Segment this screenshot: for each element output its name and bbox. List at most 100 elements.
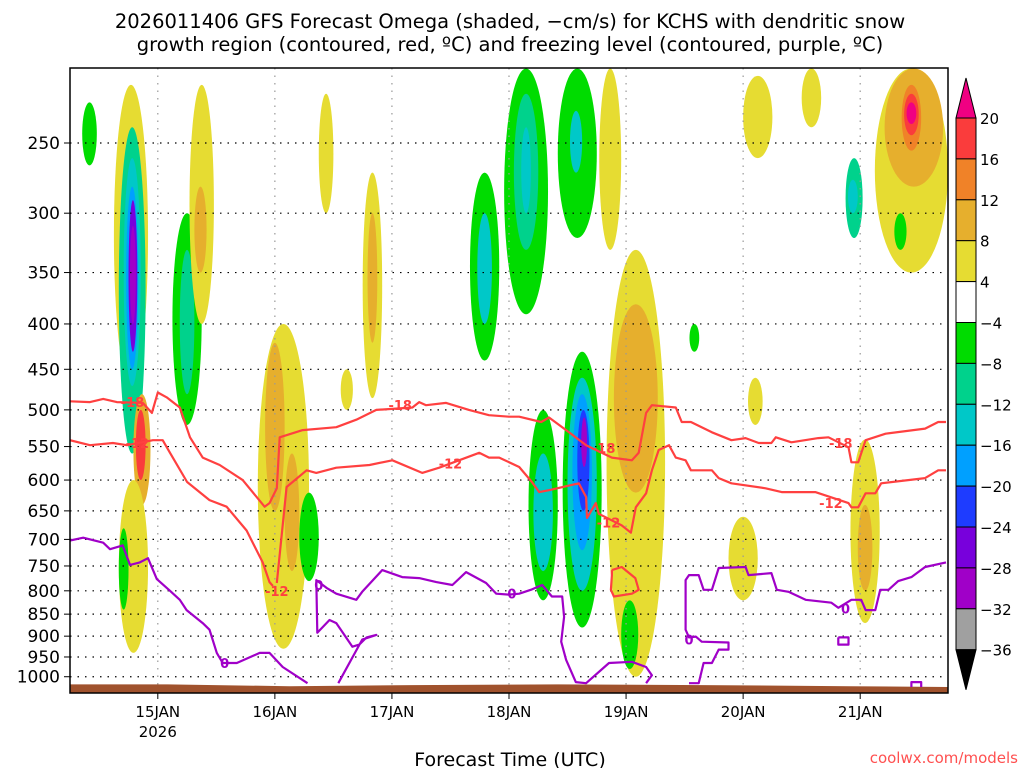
colorbar-label-13: −36 (980, 642, 1012, 660)
contour-freezing-level-loop-1 (837, 636, 850, 646)
omega-cross-section-figure: 2026011406 GFS Forecast Omega (shaded, −… (17, 10, 1018, 768)
contour-label: 0 (507, 588, 516, 603)
omega-shade-region-47 (848, 179, 858, 214)
contour-label: 0 (684, 634, 693, 649)
omega-shade-region-39 (613, 304, 658, 493)
omega-shade-region-42 (743, 75, 773, 159)
colorbar-swatch-8 (955, 444, 977, 487)
colorbar-swatch-12 (955, 608, 977, 651)
omega-shade-region-41 (689, 323, 700, 352)
x-tick-sublabel-year: 2026 (139, 723, 177, 741)
x-axis: 15JAN 2026 16JAN 17JAN 18JAN 19JAN 20JAN 21JAN (135, 693, 883, 741)
colorbar-label-6: −8 (980, 355, 1002, 373)
y-tick-label-700: 700 (28, 530, 60, 550)
colorbar-swatch-1 (955, 158, 977, 201)
colorbar-swatch-5 (955, 322, 977, 364)
contour-label: 0 (314, 579, 323, 594)
y-tick-label-250: 250 (28, 134, 60, 154)
contour-label: 0 (841, 603, 850, 618)
y-tick-label-500: 500 (28, 401, 60, 421)
contour-freezing-level-c (684, 561, 947, 685)
colorbar-label-12: −32 (980, 601, 1012, 619)
contour-label: -18 (388, 399, 412, 414)
contour-label: 0 (220, 657, 229, 672)
omega-shade-region-0 (82, 102, 97, 166)
omega-shade-region-45 (801, 68, 822, 128)
omega-shade-region-55 (894, 213, 907, 250)
contour-freezing-level-b (315, 569, 653, 685)
y-tick-label-1000: 1000 (17, 668, 60, 688)
colorbar-label-5: −4 (980, 315, 1002, 333)
x-tick-label-21JAN: 21JAN (838, 703, 883, 721)
omega-shade-region-43 (748, 377, 763, 425)
y-tick-label-800: 800 (28, 582, 60, 602)
y-tick-label-350: 350 (28, 264, 60, 284)
omega-shade-region-20 (340, 369, 353, 410)
x-tick-label-16JAN: 16JAN (252, 703, 297, 721)
chart-title-line-1: 2026011406 GFS Forecast Omega (shaded, −… (115, 10, 905, 33)
contour-label: -12 (265, 585, 289, 600)
y-tick-label-950: 950 (28, 648, 60, 668)
y-tick-label-600: 600 (28, 471, 60, 491)
contour-label: -18 (829, 437, 853, 452)
omega-shade-region-24 (477, 213, 492, 324)
omega-shade-region-19 (318, 93, 334, 214)
y-axis: 2503003504004505005506006507007508008509… (17, 134, 70, 688)
colorbar-label-1: 16 (980, 151, 999, 169)
contour-label: -12 (439, 458, 463, 473)
colorbar-swatch-6 (955, 362, 977, 405)
colorbar-swatch-10 (955, 526, 977, 569)
y-tick-label-550: 550 (28, 438, 60, 458)
contour-label: -18 (121, 396, 145, 411)
omega-shade-region-44 (728, 516, 758, 601)
x-tick-label-17JAN: 17JAN (370, 703, 415, 721)
colorbar-swatch-0 (955, 117, 977, 160)
contour-dgz-minus12-a (70, 439, 274, 587)
omega-shade-region-18 (299, 492, 319, 582)
contour-lines (70, 391, 947, 687)
colorbar-swatch-4 (955, 281, 977, 324)
x-axis-title: Forecast Time (UTC) (414, 749, 605, 768)
omega-shade-region-40 (621, 600, 639, 669)
colorbar-over-triangle (955, 77, 977, 119)
omega-shade-region-27 (521, 127, 531, 214)
contour-label: -12 (126, 437, 150, 452)
y-tick-label-650: 650 (28, 502, 60, 522)
omega-shade-region-49 (857, 504, 873, 591)
colorbar-swatch-2 (955, 199, 977, 242)
colorbar-swatch-11 (955, 567, 977, 610)
colorbar-swatch-9 (955, 485, 977, 528)
omega-shade-region-17 (284, 453, 300, 572)
colorbar-label-9: −20 (980, 478, 1012, 496)
colorbar-label-10: −24 (980, 519, 1012, 537)
y-tick-label-900: 900 (28, 627, 60, 647)
contour-label: -12 (819, 497, 843, 512)
colorbar-label-0: 20 (980, 110, 999, 128)
y-tick-label-850: 850 (28, 605, 60, 625)
colorbar-under-triangle (955, 649, 977, 690)
contour-label: -12 (597, 517, 621, 532)
colorbar-label-7: −12 (980, 396, 1012, 414)
colorbar-label-2: 12 (980, 192, 999, 210)
omega-shade-region-22 (367, 213, 378, 343)
omega-shade-region-15 (257, 323, 310, 649)
omega-shade-region-6 (129, 225, 136, 324)
omega-shade-region-16 (265, 342, 285, 511)
omega-shade-region-14 (194, 186, 207, 273)
colorbar-swatch-3 (955, 240, 977, 283)
colorbar: 20 16 12 8 4 −4 −8 −12 −16 −20 −24 −28 −32 −36 (955, 77, 1012, 690)
x-tick-label-19JAN: 19JAN (604, 703, 649, 721)
credit-link[interactable]: coolwx.com/models (870, 749, 1018, 767)
omega-shade-region-37 (599, 68, 622, 250)
colorbar-label-4: 4 (980, 274, 990, 292)
y-tick-label-400: 400 (28, 315, 60, 335)
colorbar-label-11: −28 (980, 560, 1012, 578)
omega-shade-region-29 (569, 110, 583, 173)
colorbar-swatch-7 (955, 403, 977, 446)
x-tick-label-20JAN: 20JAN (721, 703, 766, 721)
omega-shade-region-31 (533, 453, 553, 572)
chart-title-line-2: growth region (contoured, red, ºC) and f… (137, 33, 884, 56)
y-tick-label-300: 300 (28, 204, 60, 224)
colorbar-label-3: 8 (980, 233, 990, 251)
omega-shade-region-10 (118, 528, 129, 610)
